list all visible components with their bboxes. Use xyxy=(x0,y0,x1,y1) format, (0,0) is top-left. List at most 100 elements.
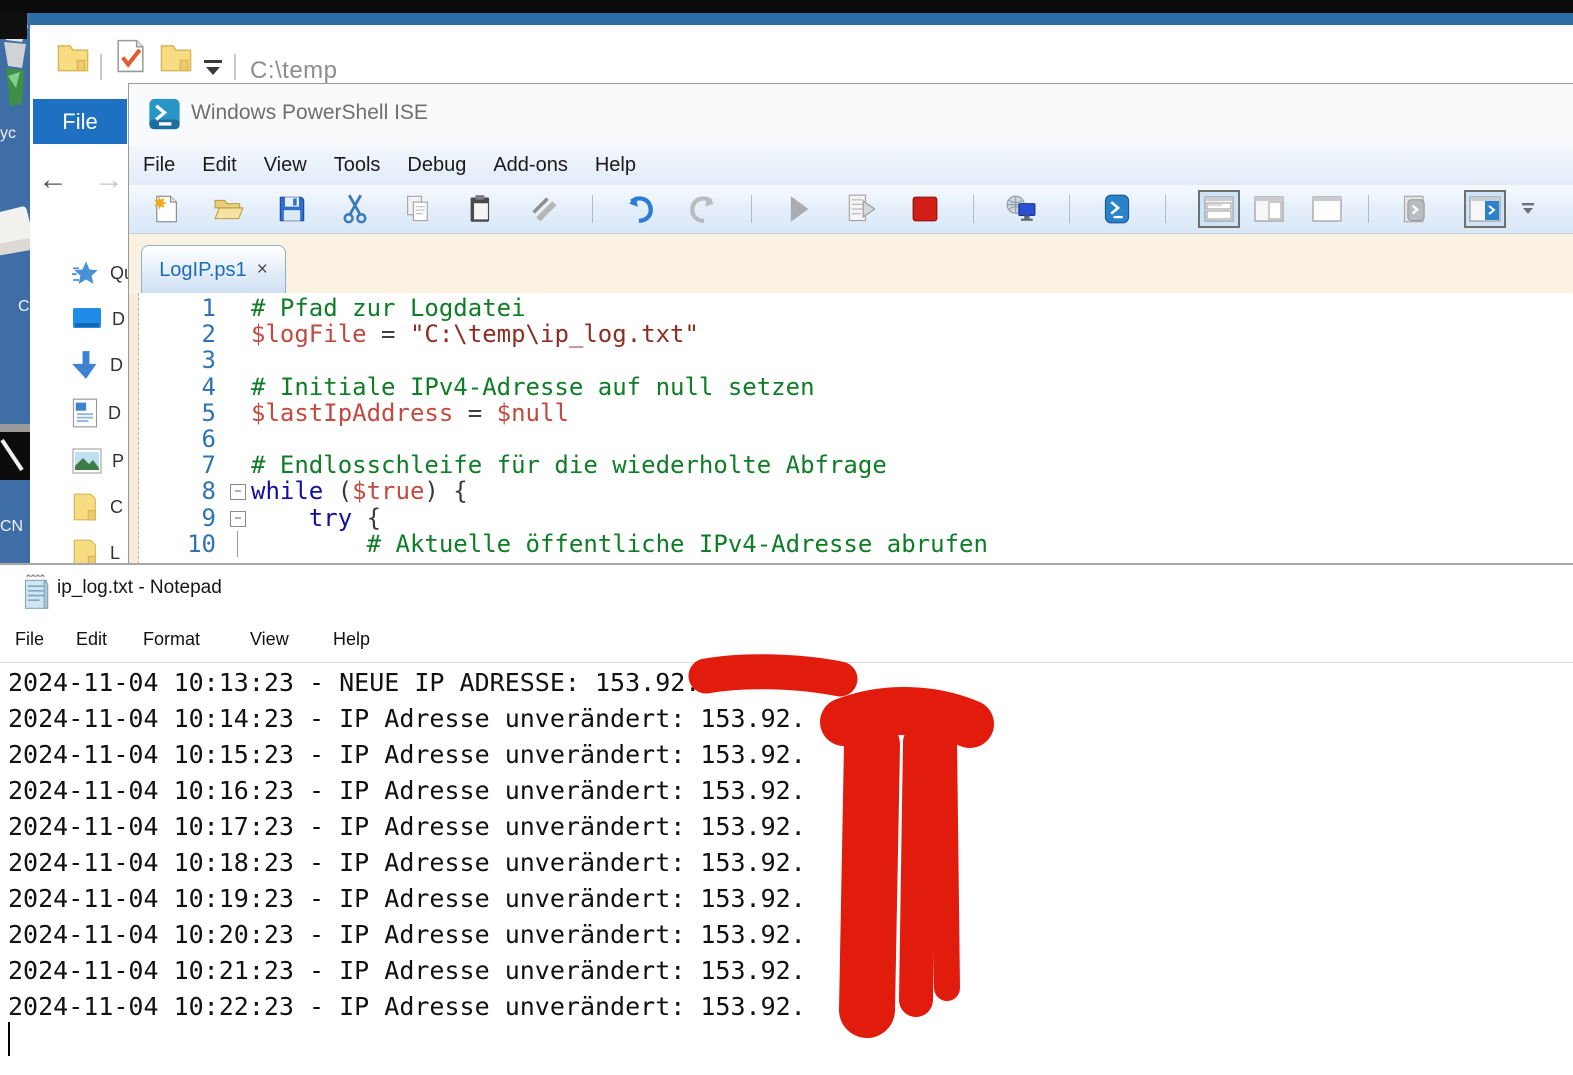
paste-button[interactable] xyxy=(466,194,496,224)
new-file-button[interactable] xyxy=(151,194,181,224)
code-token: $true xyxy=(352,477,424,505)
show-console-pane-button[interactable] xyxy=(1464,190,1506,228)
window-thumbnail-bar xyxy=(0,424,30,432)
run-script-button[interactable] xyxy=(784,194,814,224)
code-line-1: 1# Pfad zur Logdatei xyxy=(129,295,1573,321)
layout-script-maximized-button[interactable] xyxy=(1312,194,1342,224)
code-token: = xyxy=(367,320,410,348)
qat-separator xyxy=(100,54,102,80)
run-selection-button[interactable] xyxy=(847,194,877,224)
notepad-menu-file[interactable]: File xyxy=(15,629,44,650)
powershell-ise-window: Windows PowerShell ISE File Edit View Tools… xyxy=(128,83,1573,563)
code-line-7: 7# Endlosschleife für die wiederholte Ab… xyxy=(129,452,1573,478)
undo-button[interactable] xyxy=(625,194,655,224)
code-fold-icon[interactable]: − xyxy=(230,511,246,527)
text-caret xyxy=(8,1022,10,1056)
script-editor[interactable]: 1# Pfad zur Logdatei2$logFile = "C:\temp… xyxy=(129,293,1573,564)
redo-button[interactable] xyxy=(688,194,718,224)
code-line-10: 10 # Aktuelle öffentliche IPv4-Adresse a… xyxy=(129,531,1573,557)
sidebar-item-label: D xyxy=(110,355,123,376)
code-token xyxy=(251,504,309,532)
clear-console-button[interactable] xyxy=(529,194,559,224)
sidebar-item-label: D xyxy=(108,403,121,424)
code-token: ) { xyxy=(424,477,467,505)
layout-script-right-button[interactable] xyxy=(1254,194,1284,224)
log-text-area[interactable]: 2024-11-04 10:13:23 - NEUE IP ADRESSE: 1… xyxy=(8,665,1568,1025)
log-line: 2024-11-04 10:16:23 - IP Adresse unverän… xyxy=(8,773,1568,809)
screen: yc C CN xyxy=(0,0,1573,1075)
code-token: $lastIpAddress xyxy=(251,399,453,427)
line-number: 9 xyxy=(129,505,216,531)
notepad-menu-view[interactable]: View xyxy=(250,629,289,650)
notepad-menu-help[interactable]: Help xyxy=(333,629,370,650)
code-lines: 1# Pfad zur Logdatei2$logFile = "C:\temp… xyxy=(129,295,1573,557)
open-file-button[interactable] xyxy=(214,194,244,224)
copy-button[interactable] xyxy=(403,194,433,224)
qat-dropdown-icon[interactable] xyxy=(202,60,226,76)
code-fold-icon[interactable]: − xyxy=(230,484,246,500)
line-number: 3 xyxy=(129,347,216,373)
code-token: "C:\temp\ip_log.txt" xyxy=(410,320,699,348)
menu-divider xyxy=(0,662,1573,663)
tab-label: LogIP.ps1 xyxy=(159,259,247,282)
code-line-4: 4# Initiale IPv4-Adresse auf null setzen xyxy=(129,374,1573,400)
desktop-icon xyxy=(72,306,102,332)
ise-tab-strip: LogIP.ps1 × xyxy=(129,234,1573,293)
sidebar-item-label: C xyxy=(110,497,123,518)
forward-arrow-button[interactable]: → xyxy=(94,167,124,193)
ise-menu-edit[interactable]: Edit xyxy=(202,154,236,177)
line-number: 8 xyxy=(129,478,216,504)
download-arrow-icon xyxy=(72,350,100,380)
new-remote-session-button[interactable] xyxy=(1006,194,1036,224)
save-button[interactable] xyxy=(277,194,307,224)
ise-menu-file[interactable]: File xyxy=(143,154,175,177)
stop-button[interactable] xyxy=(910,194,940,224)
log-line: 2024-11-04 10:13:23 - NEUE IP ADRESSE: 1… xyxy=(8,665,1568,701)
ise-window-title: Windows PowerShell ISE xyxy=(191,101,428,125)
folder-icon[interactable] xyxy=(55,40,91,75)
toolbar-separator xyxy=(592,195,593,223)
tab-close-icon[interactable]: × xyxy=(257,259,268,281)
quick-access-star-icon xyxy=(72,260,100,286)
layout-script-top-button[interactable] xyxy=(1198,190,1240,228)
ise-menu-add-ons[interactable]: Add-ons xyxy=(493,154,568,177)
log-line: 2024-11-04 10:20:23 - IP Adresse unverän… xyxy=(8,917,1568,953)
log-line: 2024-11-04 10:15:23 - IP Adresse unverän… xyxy=(8,737,1568,773)
checkmark-document-icon[interactable] xyxy=(112,37,149,75)
line-number: 5 xyxy=(129,400,216,426)
log-line: 2024-11-04 10:19:23 - IP Adresse unverän… xyxy=(8,881,1568,917)
qat-separator xyxy=(234,54,236,80)
cmd-window-icon[interactable] xyxy=(0,432,30,480)
code-token: # Pfad zur Logdatei xyxy=(251,294,526,322)
ise-menu-debug[interactable]: Debug xyxy=(407,154,466,177)
ise-menu-view[interactable]: View xyxy=(264,154,307,177)
back-arrow-button[interactable]: ← xyxy=(38,167,68,193)
new-remote-powershell-tab-button[interactable] xyxy=(1401,194,1431,224)
code-token: = xyxy=(453,399,496,427)
toolbar-separator xyxy=(973,195,974,223)
line-number: 7 xyxy=(129,452,216,478)
toolbar-separator xyxy=(751,195,752,223)
code-line-9: 9− try { xyxy=(129,505,1573,531)
notepad-window-title: ip_log.txt - Notepad xyxy=(57,577,222,599)
laptop-icon[interactable] xyxy=(0,205,32,263)
start-powershell-button[interactable] xyxy=(1102,194,1132,224)
tab-logip-ps1[interactable]: LogIP.ps1 × xyxy=(141,245,286,294)
line-number: 6 xyxy=(129,426,216,452)
line-number: 10 xyxy=(129,531,216,557)
cut-button[interactable] xyxy=(340,194,370,224)
log-line: 2024-11-04 10:18:23 - IP Adresse unverän… xyxy=(8,845,1568,881)
log-line: 2024-11-04 10:21:23 - IP Adresse unverän… xyxy=(8,953,1568,989)
code-line-5: 5$lastIpAddress = $null xyxy=(129,400,1573,426)
toolbar-separator xyxy=(1069,195,1070,223)
ise-menu-help[interactable]: Help xyxy=(595,154,636,177)
notepad-menu-edit[interactable]: Edit xyxy=(76,629,107,650)
folder-icon xyxy=(72,491,100,523)
top-left-black-corner xyxy=(0,13,27,39)
notepad-menu-format[interactable]: Format xyxy=(143,629,200,650)
explorer-path: C:\temp xyxy=(250,57,338,85)
toolbar-overflow-button[interactable] xyxy=(1520,194,1536,224)
folder-icon[interactable] xyxy=(158,40,194,75)
ise-menu-tools[interactable]: Tools xyxy=(334,154,381,177)
explorer-file-menu[interactable]: File xyxy=(33,99,127,144)
